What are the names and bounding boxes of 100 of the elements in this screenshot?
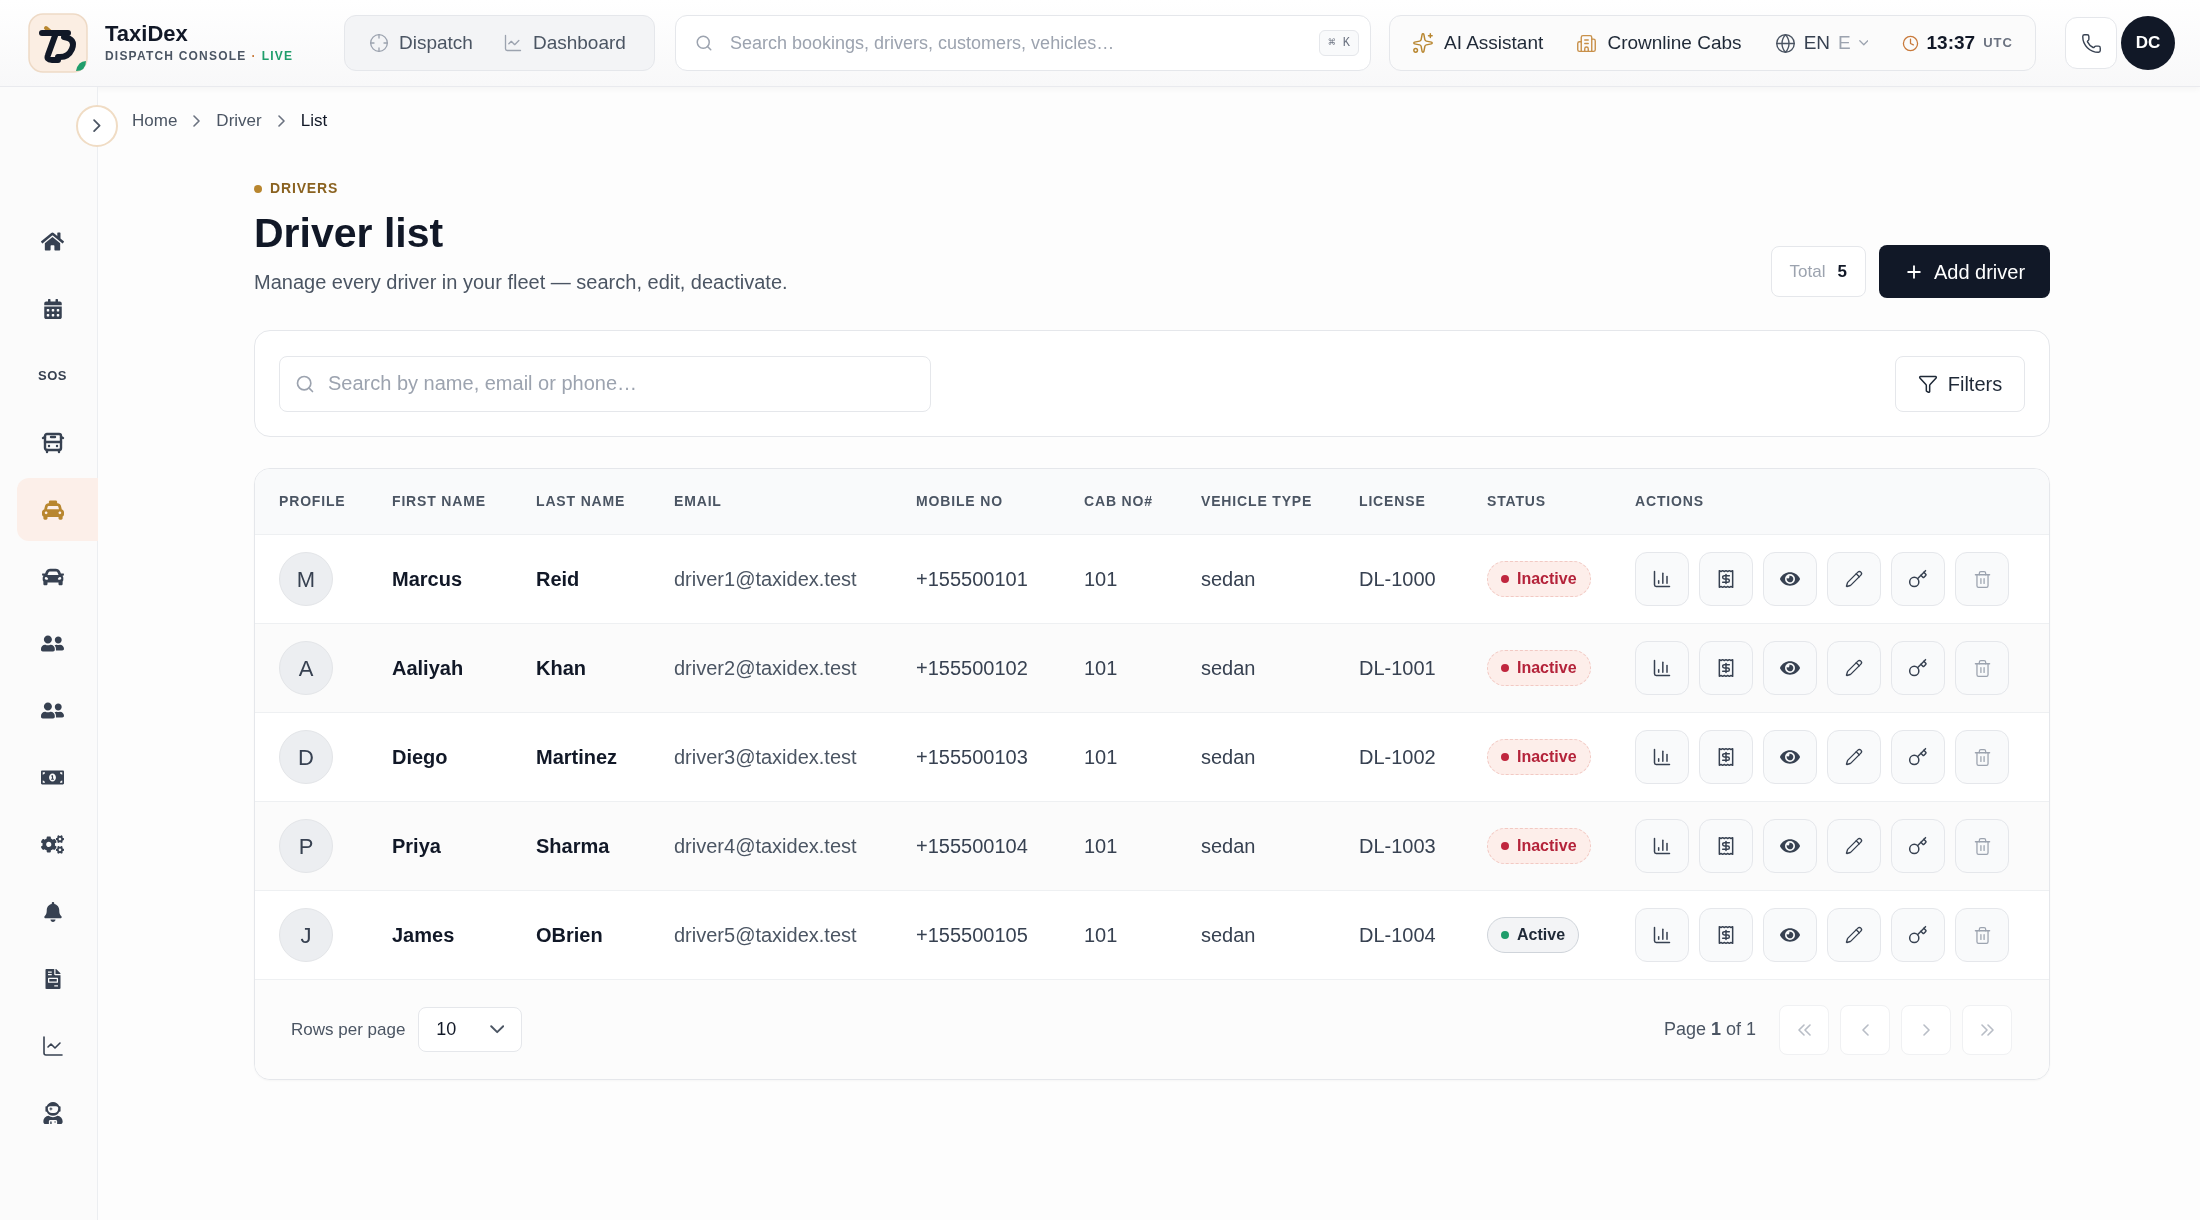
status-badge: Inactive <box>1487 561 1591 597</box>
table-cell-text: sedan <box>1201 567 1257 592</box>
stats-button[interactable] <box>1635 819 1689 873</box>
key-button[interactable] <box>1891 908 1945 962</box>
stats-button[interactable] <box>1635 641 1689 695</box>
billing-button[interactable] <box>1699 819 1753 873</box>
table-cell-text: driver3@taxidex.test <box>674 745 858 770</box>
trash-icon <box>1972 658 1992 678</box>
eye-icon <box>1780 658 1800 678</box>
company-button[interactable]: Crownline Cabs <box>1576 28 1742 58</box>
trash-icon <box>1972 836 1992 856</box>
status-badge: Active <box>1487 917 1580 953</box>
billing-button[interactable] <box>1699 552 1753 606</box>
receipt-icon <box>1716 836 1736 856</box>
brand-subtitle: DISPATCH CONSOLE <box>105 48 247 65</box>
shortcut-key: ⌘ K <box>1319 30 1359 56</box>
timezone-label: UTC <box>1983 34 2013 53</box>
stats-button[interactable] <box>1635 908 1689 962</box>
table-cell-text: Khan <box>536 656 587 681</box>
trash-icon <box>1972 747 1992 767</box>
language-name: E <box>1838 30 1851 55</box>
table-cell-text: 101 <box>1084 834 1119 859</box>
sidebar-toggle[interactable] <box>76 105 118 147</box>
double-chevron-right-icon <box>1980 1023 1994 1036</box>
receipt-icon <box>1716 658 1736 678</box>
phone-button[interactable] <box>2065 17 2117 69</box>
billing-button[interactable] <box>1699 730 1753 784</box>
bar-chart-icon <box>1652 836 1672 856</box>
column-header: PROFILE <box>279 492 347 511</box>
key-button[interactable] <box>1891 552 1945 606</box>
view-button[interactable] <box>1763 819 1817 873</box>
filters-button[interactable]: Filters <box>1895 355 2025 412</box>
eye-icon <box>1780 747 1800 767</box>
rows-per-page-select[interactable]: 10 <box>418 1007 523 1052</box>
section-eyebrow: DRIVERS <box>270 179 339 198</box>
table-cell-text: DL-1003 <box>1359 834 1437 859</box>
table-cell-text: sedan <box>1201 745 1257 770</box>
crosshair-icon <box>369 33 389 53</box>
key-icon <box>1908 747 1928 767</box>
chevron-left-icon <box>1861 1023 1869 1036</box>
status-badge: Inactive <box>1487 828 1591 864</box>
phone-icon <box>2080 32 2102 54</box>
gears-icon <box>41 833 64 856</box>
billing-button[interactable] <box>1699 908 1753 962</box>
receipt-icon <box>1716 747 1736 767</box>
breadcrumb-link[interactable]: Driver <box>216 108 262 134</box>
key-button[interactable] <box>1891 641 1945 695</box>
view-button[interactable] <box>1763 641 1817 695</box>
house-icon <box>41 230 64 253</box>
view-button[interactable] <box>1763 908 1817 962</box>
nav-link[interactable]: Dispatch <box>369 28 473 58</box>
bar-chart-icon <box>1652 658 1672 678</box>
view-button[interactable] <box>1763 552 1817 606</box>
status-badge: Inactive <box>1487 739 1591 775</box>
line-chart-icon <box>502 33 523 53</box>
bar-chart-icon <box>1652 569 1672 589</box>
stats-button[interactable] <box>1635 552 1689 606</box>
table-cell-text: Priya <box>392 834 442 859</box>
sparkles-icon <box>1412 32 1434 54</box>
eye-icon <box>1780 836 1800 856</box>
trash-icon <box>1972 569 1992 589</box>
billing-button[interactable] <box>1699 641 1753 695</box>
table-cell-text: OBrien <box>536 923 604 948</box>
pencil-icon <box>1845 748 1863 766</box>
nav-link[interactable]: Dashboard <box>502 28 626 58</box>
table-cell-text: sedan <box>1201 923 1257 948</box>
ai-assistant-button[interactable]: AI Assistant <box>1412 28 1544 58</box>
separator-dot: · <box>251 48 257 65</box>
key-icon <box>1908 658 1928 678</box>
table-cell-text: DL-1002 <box>1359 745 1437 770</box>
bar-chart-icon <box>1652 747 1672 767</box>
key-button[interactable] <box>1891 730 1945 784</box>
table-cell-text: driver5@taxidex.test <box>674 923 858 948</box>
page-description: Manage every driver in your fleet — search, edit, deactivate. <box>254 270 788 295</box>
add-driver-button[interactable]: Add driver <box>1879 245 2050 298</box>
table-cell-text: 101 <box>1084 745 1119 770</box>
table-cell-text: Aaliyah <box>392 656 465 681</box>
user-avatar[interactable]: DC <box>2121 16 2175 70</box>
search-field[interactable]: Search by name, email or phone… <box>279 355 931 412</box>
table-cell-text: +155500102 <box>916 656 1029 681</box>
key-button[interactable] <box>1891 819 1945 873</box>
language-selector[interactable]: EN E <box>1774 28 1869 58</box>
stats-button[interactable] <box>1635 730 1689 784</box>
table-cell-text: Reid <box>536 567 581 592</box>
total-label: Total <box>1789 260 1826 283</box>
table-cell-text: DL-1004 <box>1359 923 1437 948</box>
table-cell-text: driver1@taxidex.test <box>674 567 858 592</box>
breadcrumb-link[interactable]: Home <box>132 108 178 134</box>
page-title: Driver list <box>254 209 445 258</box>
chevron-down-icon <box>489 1025 505 1034</box>
view-button[interactable] <box>1763 730 1817 784</box>
pencil-icon <box>1845 570 1863 588</box>
clock-time: 13:37 <box>1926 30 1976 55</box>
bell-icon <box>42 901 63 922</box>
sidebar-item[interactable]: SOS <box>17 344 98 407</box>
live-label: LIVE <box>261 48 294 65</box>
column-header: MOBILE NO <box>916 492 1004 511</box>
table-cell-text: Marcus <box>392 567 464 592</box>
search-icon <box>295 373 315 394</box>
bus-icon <box>40 430 65 455</box>
